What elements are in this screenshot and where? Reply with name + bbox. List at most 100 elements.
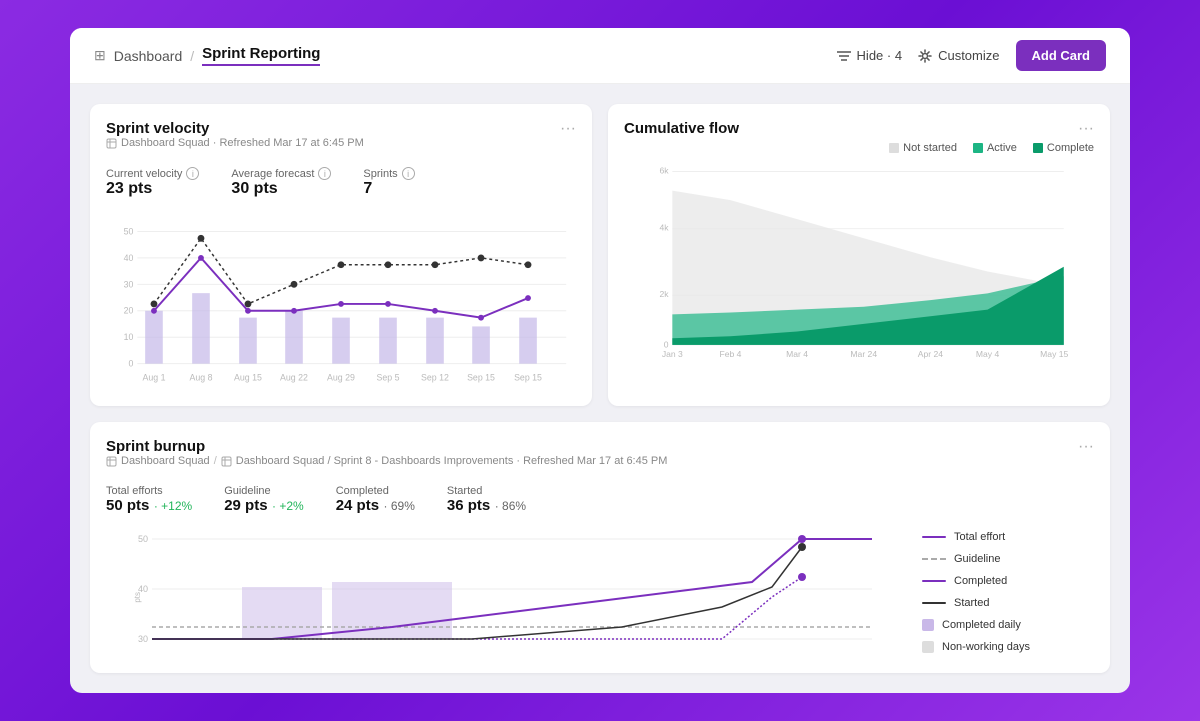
started-value: 36 pts [447,497,490,514]
svg-text:Mar 4: Mar 4 [786,349,808,359]
sprint-velocity-title: Sprint velocity [106,120,364,137]
svg-text:Apr 24: Apr 24 [918,349,943,359]
sprint-burnup-card: Sprint burnup Dashboard Squad / [90,422,1110,673]
svg-text:30: 30 [124,279,134,289]
sprint-velocity-card: Sprint velocity Dashboard Squad · Refres… [90,104,592,406]
completed-value-group: 24 pts · 69% [336,497,415,515]
svg-text:10: 10 [124,332,134,342]
svg-text:Sep 15: Sep 15 [514,372,542,382]
avg-forecast-label: Average forecast i [231,167,331,180]
dashboard-icon: ⊞ [94,47,106,64]
svg-text:20: 20 [124,306,134,316]
hide-button[interactable]: Hide · 4 [837,48,903,63]
total-efforts-value-group: 50 pts · +12% [106,497,192,515]
sprints-value: 7 [363,180,414,198]
sprint-burnup-subtitle: Dashboard Squad / Dashboard Squad / Spri… [106,455,667,467]
svg-text:Mar 24: Mar 24 [850,349,877,359]
completed-stat: Completed 24 pts · 69% [336,485,415,515]
main-container: ⊞ Dashboard / Sprint Reporting Hide · 4 [70,28,1130,693]
filter-icon [837,49,851,63]
svg-text:2k: 2k [659,289,669,299]
completed-label: Completed [336,485,415,497]
legend-started: Started [922,597,1094,609]
started-legend-line [922,602,946,604]
gear-icon [918,49,932,63]
velocity-chart: 50 40 30 20 10 0 [106,210,576,390]
started-legend-label: Started [954,597,989,609]
avg-forecast-info[interactable]: i [318,167,331,180]
burnup-chart: 50 40 30 pts [106,527,898,657]
svg-text:May 15: May 15 [1040,349,1068,359]
active-icon [973,143,983,153]
svg-text:Sep 5: Sep 5 [377,372,400,382]
add-card-button[interactable]: Add Card [1016,40,1107,71]
avg-forecast-stat: Average forecast i 30 pts [231,167,331,198]
sprint-velocity-subtitle: Dashboard Squad · Refreshed Mar 17 at 6:… [106,137,364,149]
cumulative-flow-menu[interactable]: ··· [1078,120,1094,138]
content-area: Sprint velocity Dashboard Squad · Refres… [70,84,1130,693]
sprint-velocity-stats: Current velocity i 23 pts Average foreca… [106,167,576,198]
total-effort-legend-label: Total effort [954,531,1005,543]
sprints-label: Sprints i [363,167,414,180]
guideline-legend-label: Guideline [954,553,1000,565]
started-pct: · [495,499,502,513]
non-working-days-legend-label: Non-working days [942,641,1030,653]
total-efforts-value: 50 pts [106,497,149,514]
svg-text:Jan 3: Jan 3 [662,349,683,359]
svg-text:Sep 15: Sep 15 [467,372,495,382]
header: ⊞ Dashboard / Sprint Reporting Hide · 4 [70,28,1130,84]
svg-text:Aug 29: Aug 29 [327,372,355,382]
cumulative-flow-svg: 6k 4k 2k 0 [624,162,1094,362]
guideline-pct: +2% [279,499,303,513]
svg-text:Aug 8: Aug 8 [189,372,212,382]
svg-text:Aug 1: Aug 1 [142,372,165,382]
guideline-value: 29 pts [224,497,267,514]
legend-completed: Completed [922,575,1094,587]
sprint-burnup-menu[interactable]: ··· [1078,438,1094,456]
legend-complete: Complete [1033,142,1094,154]
burnup-legend: Total effort Guideline Completed Started [914,527,1094,657]
legend-active: Active [973,142,1017,154]
svg-text:30: 30 [138,634,148,644]
sprint-velocity-header: Sprint velocity Dashboard Squad · Refres… [106,120,576,163]
started-stat: Started 36 pts · 86% [447,485,526,515]
sprints-info[interactable]: i [402,167,415,180]
cumulative-legend: Not started Active Complete [624,142,1094,154]
header-actions: Hide · 4 Customize Add Card [837,40,1106,71]
svg-text:May 4: May 4 [976,349,1000,359]
sprint-velocity-menu[interactable]: ··· [560,120,576,138]
completed-value: 24 pts [336,497,379,514]
not-started-label: Not started [903,142,957,154]
breadcrumb-home[interactable]: Dashboard [114,48,183,64]
guideline-value-group: 29 pts · +2% [224,497,304,515]
sprint-burnup-title-group: Sprint burnup Dashboard Squad / [106,438,667,481]
svg-text:Sep 12: Sep 12 [421,372,449,382]
current-velocity-label: Current velocity i [106,167,199,180]
burnup-chart-row: 50 40 30 pts [106,527,1094,657]
not-started-icon [889,143,899,153]
completed-daily-legend-box [922,619,934,631]
customize-button[interactable]: Customize [918,48,999,63]
current-velocity-info[interactable]: i [186,167,199,180]
svg-text:6k: 6k [659,165,669,175]
current-velocity-stat: Current velocity i 23 pts [106,167,199,198]
svg-text:40: 40 [124,253,134,263]
legend-guideline: Guideline [922,553,1094,565]
current-velocity-value: 23 pts [106,180,199,198]
total-efforts-label: Total efforts [106,485,192,497]
complete-label: Complete [1047,142,1094,154]
total-effort-legend-line [922,536,946,538]
velocity-chart-svg: 50 40 30 20 10 0 [106,210,576,390]
burnup-sprint-icon [221,456,232,467]
breadcrumb-current: Sprint Reporting [202,45,320,66]
legend-total-effort: Total effort [922,531,1094,543]
avg-forecast-value: 30 pts [231,180,331,198]
total-efforts-stat: Total efforts 50 pts · +12% [106,485,192,515]
svg-text:50: 50 [138,534,148,544]
started-value-group: 36 pts · 86% [447,497,526,515]
sprints-stat: Sprints i 7 [363,167,414,198]
burnup-stats-row: Total efforts 50 pts · +12% Guideline 29… [106,485,1094,515]
squad-icon [106,138,117,149]
burnup-squad-icon [106,456,117,467]
cumulative-flow-title: Cumulative flow [624,120,739,137]
